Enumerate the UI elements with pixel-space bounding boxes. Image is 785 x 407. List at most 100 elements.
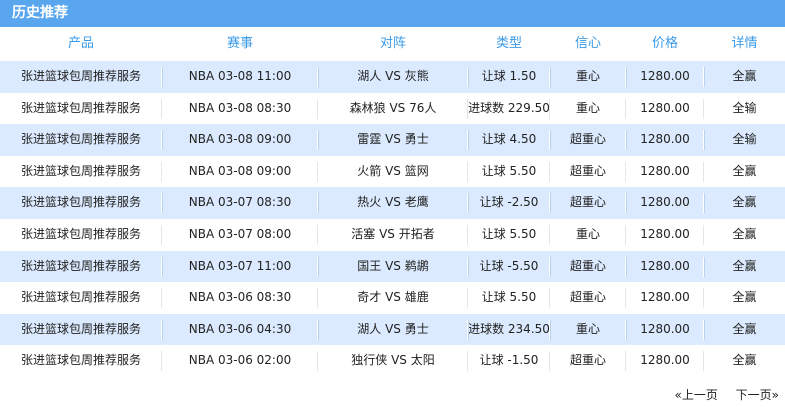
column-divider [467, 224, 468, 245]
table-row: 张进篮球包周推荐服务 NBA 03-08 09:00 火箭 VS 篮网 让球 5.50… [0, 155, 785, 188]
column-header-confidence: 信心 [574, 36, 601, 51]
column-divider [317, 288, 318, 309]
cell-matchup: 独行侠 VS 太阳 [351, 353, 435, 368]
column-divider [317, 161, 318, 182]
cell-details[interactable]: 全输 [704, 93, 785, 125]
column-divider [317, 224, 318, 245]
cell-type: 让球 5.50 [481, 226, 537, 241]
column-divider [317, 130, 318, 151]
cell-confidence: 重心 [575, 69, 600, 83]
cell-type: 让球 -2.50 [479, 195, 539, 210]
cell-matchup: 雷霆 VS 勇士 [357, 132, 429, 147]
table-header: 产品 赛事 对阵 类型 信心 价格 详情 [0, 27, 785, 61]
cell-confidence: 超重心 [569, 290, 606, 305]
column-divider [161, 288, 162, 309]
column-divider [161, 98, 162, 119]
column-divider [703, 319, 704, 340]
cell-matchup: 火箭 VS 篮网 [357, 163, 429, 178]
cell-product: 张进篮球包周推荐服务 [20, 353, 141, 368]
table-row: 张进篮球包周推荐服务 NBA 03-06 08:30 奇才 VS 雄鹿 让球 5.50… [0, 282, 785, 314]
column-divider [317, 351, 318, 372]
cell-details[interactable]: 全赢 [704, 251, 785, 283]
cell-product: 张进篮球包周推荐服务 [20, 321, 141, 336]
cell-details[interactable]: 全赢 [704, 219, 785, 251]
table-row: 张进篮球包周推荐服务 NBA 03-07 11:00 国王 VS 鹈鹕 让球 -5.5… [0, 250, 785, 283]
column-divider [625, 161, 626, 182]
column-divider [317, 256, 318, 277]
cell-confidence: 超重心 [569, 132, 606, 147]
column-divider [549, 130, 550, 151]
column-header-type: 类型 [495, 36, 522, 51]
column-divider [703, 161, 704, 182]
cell-type: 让球 5.50 [481, 290, 537, 305]
cell-details[interactable]: 全赢 [704, 156, 785, 188]
cell-details[interactable]: 全赢 [704, 187, 785, 219]
cell-price: 1280.00 [640, 100, 690, 115]
cell-confidence: 重心 [575, 100, 600, 115]
column-divider [549, 193, 550, 214]
cell-event: NBA 03-06 08:30 [188, 290, 292, 305]
column-divider [549, 351, 550, 372]
column-divider [549, 224, 550, 245]
cell-product: 张进篮球包周推荐服务 [20, 195, 141, 210]
cell-matchup: 森林狼 VS 76人 [349, 100, 437, 115]
table-row: 张进篮球包周推荐服务 NBA 03-08 08:30 森林狼 VS 76人 进球数 2… [0, 92, 785, 125]
cell-event: NBA 03-07 08:00 [188, 226, 292, 241]
column-header-product: 产品 [67, 36, 94, 51]
column-divider [549, 256, 550, 277]
cell-type: 让球 4.50 [481, 132, 537, 147]
column-divider [549, 288, 550, 309]
column-divider [625, 193, 626, 214]
column-divider [625, 319, 626, 340]
table-row: 张进篮球包周推荐服务 NBA 03-06 02:00 独行侠 VS 太阳 让球 -1.… [0, 345, 785, 377]
column-divider [161, 67, 162, 87]
cell-event: NBA 03-06 04:30 [188, 321, 292, 336]
cell-confidence: 超重心 [569, 163, 606, 178]
table-row: 张进篮球包周推荐服务 NBA 03-06 04:30 湖人 VS 勇士 进球数 234… [0, 313, 785, 346]
cell-confidence: 超重心 [569, 258, 606, 273]
column-divider [161, 224, 162, 245]
cell-product: 张进篮球包周推荐服务 [20, 226, 141, 241]
column-divider [625, 224, 626, 245]
column-divider [549, 98, 550, 119]
cell-type: 让球 -5.50 [479, 258, 539, 273]
column-divider [703, 224, 704, 245]
cell-matchup: 奇才 VS 雄鹿 [357, 290, 429, 305]
cell-price: 1280.00 [640, 132, 690, 147]
column-divider [467, 351, 468, 372]
cell-details[interactable]: 全赢 [704, 314, 785, 346]
cell-price: 1280.00 [640, 258, 690, 273]
cell-event: NBA 03-06 02:00 [188, 353, 292, 368]
prev-page-link[interactable]: «上一页 [674, 388, 717, 402]
column-divider [625, 256, 626, 277]
cell-confidence: 重心 [575, 226, 600, 241]
cell-details[interactable]: 全输 [704, 124, 785, 156]
next-page-link[interactable]: 下一页» [736, 388, 779, 402]
column-header-matchup: 对阵 [379, 36, 406, 51]
column-divider [161, 319, 162, 340]
cell-price: 1280.00 [640, 226, 690, 241]
table-row: 张进篮球包周推荐服务 NBA 03-07 08:30 热火 VS 老鹰 让球 -2.5… [0, 187, 785, 219]
column-divider [703, 288, 704, 309]
pagination: «上一页 下一页» [660, 386, 779, 404]
cell-matchup: 湖人 VS 勇士 [357, 321, 429, 336]
cell-details[interactable]: 全赢 [704, 345, 785, 377]
table-body: 张进篮球包周推荐服务 NBA 03-08 11:00 湖人 VS 灰熊 让球 1.50… [0, 61, 785, 377]
column-divider [703, 98, 704, 119]
column-header-details: 详情 [731, 36, 758, 51]
column-divider [625, 67, 626, 87]
cell-product: 张进篮球包周推荐服务 [20, 100, 141, 115]
cell-matchup: 活塞 VS 开拓者 [351, 226, 435, 241]
column-divider [703, 351, 704, 372]
column-divider [161, 193, 162, 214]
column-header-price: 价格 [651, 36, 678, 51]
cell-details[interactable]: 全赢 [704, 282, 785, 314]
column-divider [467, 98, 468, 119]
column-divider [317, 193, 318, 214]
cell-details[interactable]: 全赢 [704, 61, 785, 93]
cell-confidence: 超重心 [569, 353, 606, 368]
column-divider [161, 130, 162, 151]
column-divider [549, 319, 550, 340]
cell-event: NBA 03-08 11:00 [188, 69, 292, 83]
cell-event: NBA 03-07 11:00 [188, 258, 292, 273]
